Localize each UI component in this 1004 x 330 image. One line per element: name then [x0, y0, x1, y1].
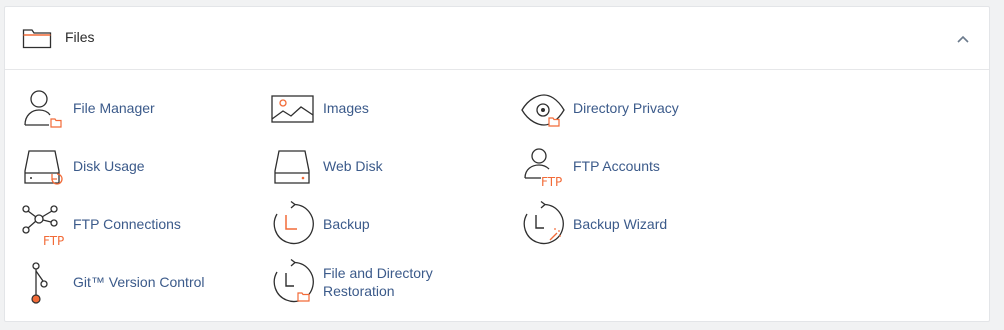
item-label: Git™ Version Control: [73, 274, 205, 290]
restoration-icon: [269, 259, 315, 305]
web-disk-link[interactable]: Web Disk: [269, 141, 383, 191]
backup-link[interactable]: Backup: [269, 199, 370, 249]
item-label: FTP Connections: [73, 216, 181, 232]
ftp-accounts-link[interactable]: FTP FTP Accounts: [519, 141, 660, 191]
item-label: Disk Usage: [73, 158, 145, 174]
ftp-accounts-icon: FTP: [519, 143, 565, 189]
git-version-control-icon: [19, 259, 65, 305]
item-label: FTP Accounts: [573, 158, 660, 174]
backup-icon: [269, 201, 315, 247]
file-manager-icon: [19, 85, 65, 131]
item-label: Backup Wizard: [573, 216, 668, 232]
item-label: Web Disk: [323, 158, 383, 174]
ftp-connections-link[interactable]: FTP FTP Connections: [19, 199, 181, 249]
item-label: File Manager: [73, 100, 155, 116]
item-label: File and Directory Restoration: [323, 265, 433, 299]
ftp-connections-icon: FTP: [19, 201, 65, 247]
files-panel: Files File Manager Disk Usage FTP FTP Co…: [4, 6, 990, 322]
backup-wizard-icon: [519, 201, 565, 247]
directory-privacy-link[interactable]: Directory Privacy: [519, 83, 679, 133]
section-title: Files: [65, 29, 95, 45]
backup-wizard-link[interactable]: Backup Wizard: [519, 199, 667, 249]
item-label: Backup: [323, 216, 370, 232]
restoration-link[interactable]: File and Directory Restoration: [269, 257, 463, 307]
disk-usage-icon: [19, 143, 65, 189]
directory-privacy-icon: [519, 85, 565, 131]
folder-icon: [22, 27, 52, 49]
ftp-text: FTP: [43, 234, 64, 247]
images-icon: [269, 85, 315, 131]
file-manager-link[interactable]: File Manager: [19, 83, 155, 133]
git-version-control-link[interactable]: Git™ Version Control: [19, 257, 205, 307]
panel-header[interactable]: Files: [5, 7, 989, 70]
chevron-up-icon[interactable]: [953, 29, 973, 49]
web-disk-icon: [269, 143, 315, 189]
ftp-text: FTP: [541, 175, 562, 189]
item-label: Directory Privacy: [573, 100, 679, 116]
item-label: Images: [323, 100, 369, 116]
images-link[interactable]: Images: [269, 83, 369, 133]
disk-usage-link[interactable]: Disk Usage: [19, 141, 145, 191]
